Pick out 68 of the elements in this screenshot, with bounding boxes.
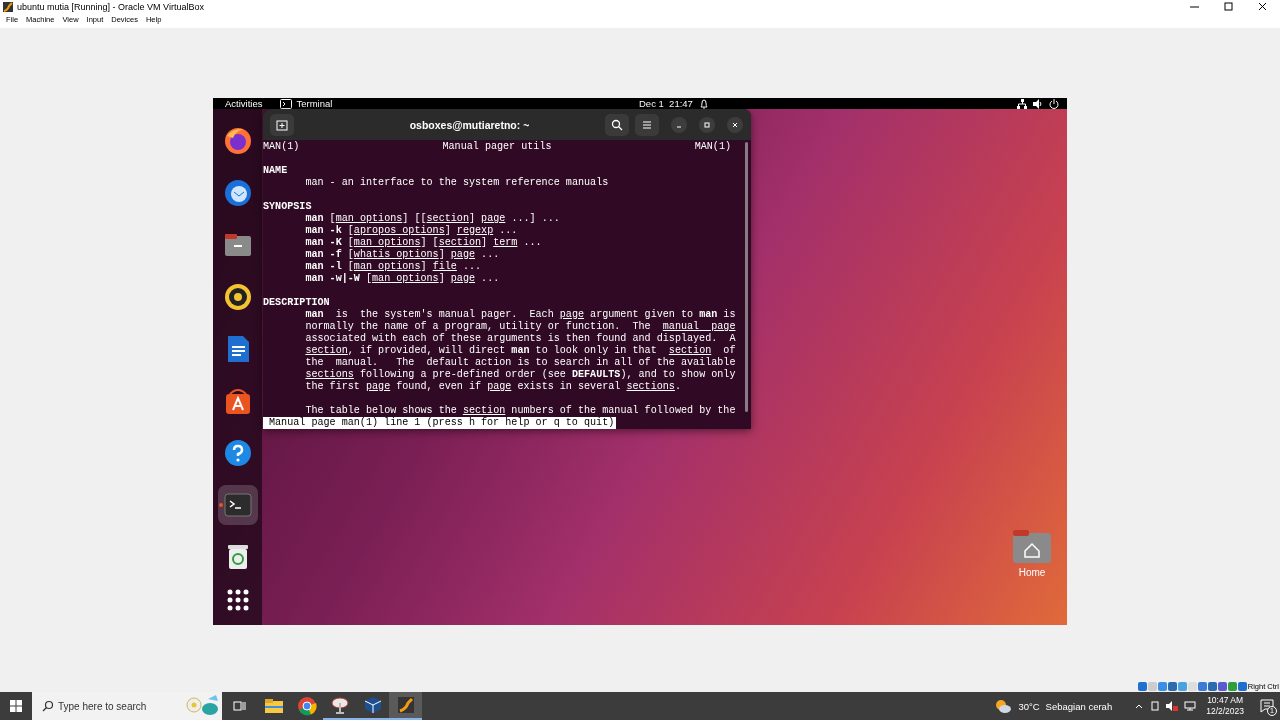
power-icon[interactable] xyxy=(1049,98,1059,109)
manual-text-line: the first page found, even if page exists in several sections. xyxy=(305,381,681,392)
maximize-icon xyxy=(703,120,711,129)
folder-icon[interactable] xyxy=(263,696,284,716)
search-icon xyxy=(42,700,54,712)
menu-icon xyxy=(641,118,653,131)
vm-window-icon[interactable] xyxy=(395,695,416,715)
satellite-dish-icon[interactable] xyxy=(329,695,350,715)
device-icon[interactable] xyxy=(1150,701,1161,711)
page-header-text: Manual pager utils xyxy=(442,141,552,153)
network-icon[interactable] xyxy=(1017,98,1027,109)
close-icon xyxy=(731,120,739,129)
virtualbox-logo-icon xyxy=(3,2,13,12)
browser-icon[interactable] xyxy=(296,696,317,716)
terminal-icon xyxy=(280,98,293,109)
new-tab-button[interactable] xyxy=(270,113,294,136)
home-folder-icon[interactable] xyxy=(1013,529,1051,563)
taskbar-app[interactable] xyxy=(389,692,422,720)
manual-text-line: man -w|-W [man options] page ... xyxy=(305,273,500,284)
page-header-text: MAN(1) xyxy=(263,141,300,153)
section-heading: DESCRIPTION xyxy=(263,297,330,308)
app-grid-icon[interactable] xyxy=(226,589,249,611)
manual-text-line: The table below shows the section numbers of the manual followed by the xyxy=(305,405,736,416)
activities-button[interactable]: Activities xyxy=(225,98,263,109)
menu-button[interactable] xyxy=(635,113,659,136)
search-field[interactable]: Type here to search xyxy=(32,692,222,720)
manual-text-line: the manual. The default action is to search in all of the available xyxy=(305,357,736,368)
manual-text-line: man -k [apropos options] regexp ... xyxy=(305,225,518,236)
notification-icon[interactable] xyxy=(1260,699,1274,713)
window-title: ubuntu mutia [Running] - Oracle VM VirtualBox xyxy=(17,2,205,12)
maximize-button[interactable] xyxy=(699,116,715,133)
manual-text-line: section, if provided, will direct man to look only in that section of xyxy=(305,345,736,356)
manual-text-line: associated with each of these arguments is then found and displayed. A xyxy=(305,333,736,344)
clock-time[interactable]: 10:47 AM xyxy=(1207,695,1244,706)
search-icon xyxy=(611,118,623,131)
page-header-text: MAN(1) xyxy=(694,141,731,153)
manual-text-line: man - an interface to the system reference manuals xyxy=(305,177,609,188)
manual-text-line: sections following a pre-defined order (see DEFAULTS), and to show only xyxy=(305,369,736,380)
flower-illustration-icon xyxy=(184,693,220,717)
manual-text-line: man -K [man options] [section] term ... xyxy=(305,237,542,248)
manual-text-line: man -f [whatis options] page ... xyxy=(305,249,500,260)
manual-text-line: man -l [man options] file ... xyxy=(305,261,482,272)
manual-text-line: normally the name of a program, utility or function. The manual page xyxy=(305,321,736,332)
temperature-text[interactable]: 30°C xyxy=(1018,700,1040,712)
section-heading: SYNOPSIS xyxy=(263,201,312,212)
minimize-button[interactable] xyxy=(671,116,687,133)
weather-text[interactable]: Sebagian cerah xyxy=(1045,700,1113,712)
network-icon[interactable] xyxy=(1184,701,1197,711)
clock-date[interactable]: 12/2/2023 xyxy=(1206,706,1244,717)
weather-icon[interactable] xyxy=(994,698,1013,714)
desktop-icon-label: Home xyxy=(1018,567,1046,578)
section-heading: NAME xyxy=(263,165,288,176)
search-button[interactable] xyxy=(605,113,629,136)
windows-logo-icon xyxy=(10,700,22,712)
volume-icon[interactable] xyxy=(1033,98,1043,109)
window-title: osboxes@mutiaretno: ~ xyxy=(408,118,531,131)
manual-text-line: man [man options] [[section] page ...] ... xyxy=(305,213,560,224)
cube-icon[interactable] xyxy=(362,695,383,715)
clock[interactable]: Dec 1 21:47 xyxy=(639,98,693,109)
app-menu-label[interactable]: Terminal xyxy=(296,98,333,109)
task-view-icon xyxy=(233,700,247,712)
manual-text-line: man is the system's manual pager. Each page argument given to man is xyxy=(305,309,736,320)
alarm-icon xyxy=(698,98,709,109)
muted-speaker-icon[interactable] xyxy=(1166,701,1179,711)
running-dot xyxy=(218,503,223,507)
new-tab-icon xyxy=(276,118,288,131)
close-button[interactable] xyxy=(727,116,743,133)
scrollbar[interactable] xyxy=(745,142,748,412)
